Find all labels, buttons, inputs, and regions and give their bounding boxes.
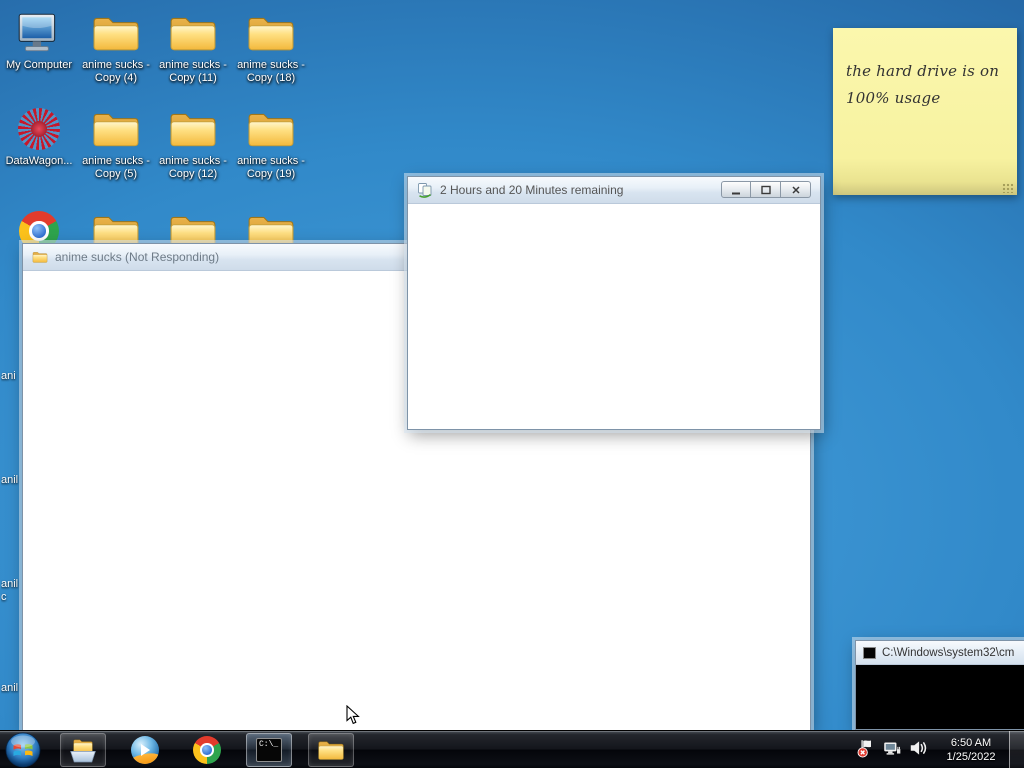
close-icon xyxy=(791,185,800,194)
desktop-icon-datawagon[interactable]: DataWagon... xyxy=(1,106,77,168)
desktop-icon-my-computer[interactable]: My Computer xyxy=(1,10,77,72)
chrome-icon xyxy=(193,736,221,764)
folder-icon xyxy=(317,738,345,762)
action-center-alert-icon[interactable] xyxy=(856,738,876,758)
cmd-icon xyxy=(863,646,876,659)
cmd-window: C:\Windows\system32\cm xyxy=(855,640,1024,730)
folder-icon xyxy=(91,10,141,56)
media-player-icon xyxy=(131,736,159,764)
icon-label: anime sucks - Copy (5) xyxy=(82,155,150,180)
caption-buttons xyxy=(721,181,811,198)
cmd-titlebar[interactable]: C:\Windows\system32\cm xyxy=(856,641,1024,665)
icon-label: My Computer xyxy=(5,59,73,71)
folder-icon xyxy=(168,10,218,56)
folder-icon xyxy=(91,106,141,152)
cmd-terminal[interactable] xyxy=(856,665,1024,729)
taskbar-button-chrome[interactable] xyxy=(184,733,230,767)
folder-icon xyxy=(246,106,296,152)
icon-label: anime sucks - Copy (18) xyxy=(237,59,305,84)
taskbar-button-cmd[interactable]: C:\_ xyxy=(246,733,292,767)
clipped-icon-label[interactable]: anil c xyxy=(1,578,22,606)
clipped-icon-label[interactable]: anil xyxy=(1,682,22,710)
folder-icon xyxy=(246,10,296,56)
sticky-note[interactable]: the hard drive is on 100% usage xyxy=(833,28,1017,195)
minimize-button[interactable] xyxy=(721,181,751,198)
taskbar-clock[interactable]: 6:50 AM 1/25/2022 xyxy=(934,736,1008,764)
datawagon-icon xyxy=(18,108,60,150)
desktop-icon-folder-copy-12[interactable]: anime sucks - Copy (12) xyxy=(155,106,231,181)
maximize-icon xyxy=(760,185,771,194)
copy-dialog-content xyxy=(408,204,820,429)
copy-dialog-window: 2 Hours and 20 Minutes remaining xyxy=(407,176,821,430)
explorer-icon xyxy=(70,739,96,762)
folder-icon xyxy=(32,250,48,264)
icon-label: anime sucks - Copy (11) xyxy=(159,59,227,84)
icon-label: DataWagon... xyxy=(5,155,73,167)
window-title: 2 Hours and 20 Minutes remaining xyxy=(440,183,624,197)
network-icon[interactable] xyxy=(882,738,902,758)
desktop-icon-folder-copy-19[interactable]: anime sucks - Copy (19) xyxy=(233,106,309,181)
icon-label: anime sucks - Copy (4) xyxy=(82,59,150,84)
clock-date: 1/25/2022 xyxy=(946,751,996,763)
copy-dialog-titlebar[interactable]: 2 Hours and 20 Minutes remaining xyxy=(408,177,820,204)
windows-orb-icon xyxy=(5,732,41,768)
clipped-icon-label[interactable]: ani xyxy=(1,370,22,398)
desktop-icon-folder-copy-4[interactable]: anime sucks - Copy (4) xyxy=(78,10,154,85)
desktop-icon-folder-copy-5[interactable]: anime sucks - Copy (5) xyxy=(78,106,154,181)
cmd-icon: C:\_ xyxy=(256,738,282,762)
sticky-note-text: the hard drive is on 100% usage xyxy=(846,62,1000,107)
icon-label: anime sucks - Copy (12) xyxy=(159,155,227,180)
taskbar: C:\_ 6:50 AM 1/25/2022 xyxy=(0,730,1024,769)
taskbar-button-media-player[interactable] xyxy=(122,733,168,767)
window-title: anime sucks (Not Responding) xyxy=(55,250,220,264)
maximize-button[interactable] xyxy=(751,181,781,198)
close-button[interactable] xyxy=(781,181,811,198)
file-copy-icon xyxy=(417,182,433,198)
folder-icon xyxy=(168,106,218,152)
start-button[interactable] xyxy=(5,732,41,768)
desktop-icon-folder-copy-11[interactable]: anime sucks - Copy (11) xyxy=(155,10,231,85)
show-desktop-button[interactable] xyxy=(1009,731,1024,769)
window-title: C:\Windows\system32\cm xyxy=(882,646,1015,659)
clock-time: 6:50 AM xyxy=(950,737,992,749)
system-tray xyxy=(856,738,928,758)
taskbar-button-windows-explorer[interactable] xyxy=(60,733,106,767)
minimize-icon xyxy=(732,192,740,194)
icon-label: anime sucks - Copy (19) xyxy=(237,155,305,180)
computer-icon xyxy=(14,10,64,56)
volume-icon[interactable] xyxy=(908,738,928,758)
clipped-icon-label[interactable]: anil xyxy=(1,474,22,502)
taskbar-buttons: C:\_ xyxy=(60,733,354,767)
desktop-icon-folder-copy-18[interactable]: anime sucks - Copy (18) xyxy=(233,10,309,85)
taskbar-button-folder-window[interactable] xyxy=(308,733,354,767)
note-resize-grip[interactable] xyxy=(1002,183,1015,193)
